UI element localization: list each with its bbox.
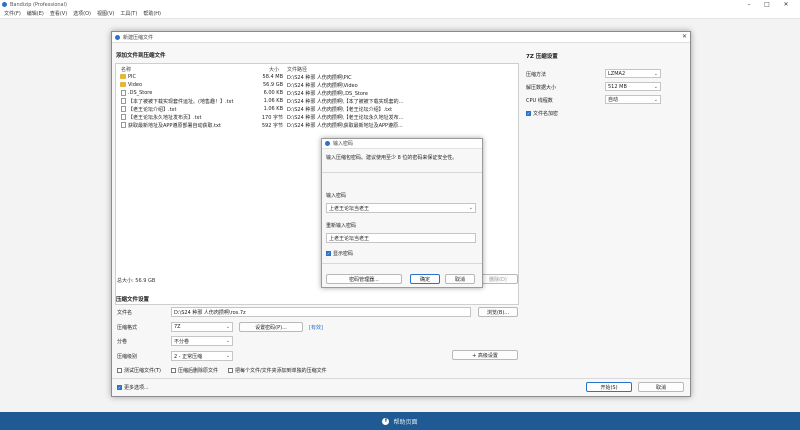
checkbox-box bbox=[171, 368, 176, 373]
split-select[interactable]: 不分卷 ⌄ bbox=[171, 336, 233, 346]
chevron-down-icon: ⌄ bbox=[468, 205, 473, 211]
app-title: Bandizip (Professional) bbox=[10, 1, 67, 8]
app-titlebar: Bandizip (Professional) – □ ✕ bbox=[0, 0, 800, 9]
split-label: 分卷 bbox=[117, 339, 128, 345]
format-label: 压缩格式 bbox=[117, 325, 138, 331]
menu-edit[interactable]: 编辑(E) bbox=[27, 10, 44, 17]
menu-view2[interactable]: 视图(V) bbox=[97, 10, 114, 17]
password-logo-icon bbox=[325, 141, 330, 146]
filename-field[interactable]: D:\S24 种邪 人伤肉攒啊\ros.7z bbox=[171, 307, 471, 317]
password-title: 输入密码 bbox=[333, 141, 354, 147]
column-size[interactable]: 大小 bbox=[269, 66, 279, 73]
reenter-password-field[interactable]: 上老王论坛当老王 bbox=[326, 233, 476, 243]
dict-size-select[interactable]: 512 MB ⌄ bbox=[605, 82, 661, 91]
threads-label: CPU 线程数 bbox=[526, 98, 553, 104]
level-select[interactable]: 2 - 正常压缩 ⌄ bbox=[171, 351, 233, 361]
menu-file[interactable]: 文件(F) bbox=[4, 10, 21, 17]
menu-options[interactable]: 选项(O) bbox=[73, 10, 91, 17]
menu-help[interactable]: 帮助(H) bbox=[143, 10, 161, 17]
method-select[interactable]: LZMA2 ⌄ bbox=[605, 69, 661, 78]
more-options-checkbox[interactable]: ✓ 更多选项... bbox=[117, 384, 149, 391]
separate-archives-checkbox[interactable]: 把每个文件/文件夹添加到单独的压缩文件 bbox=[228, 367, 327, 374]
app-logo-icon bbox=[2, 2, 7, 7]
check-icon: ✓ bbox=[117, 385, 122, 390]
file-icon bbox=[121, 98, 126, 104]
threads-select[interactable]: 自动 ⌄ bbox=[605, 95, 661, 104]
reenter-password-label: 重新输入密码 bbox=[326, 223, 357, 229]
list-item[interactable]: 【老王论坛介绍】.txt 1.06 KB D:\S24 种邪 人伤肉攒啊\【老王… bbox=[116, 105, 518, 113]
bottom-help-bar[interactable]: f 帮助页面 bbox=[0, 412, 800, 430]
list-item[interactable]: Video 56.9 GB D:\S24 种邪 人伤肉攒啊\Video bbox=[116, 81, 518, 89]
password-ok-button[interactable]: 确定 bbox=[410, 274, 440, 284]
dialog-title: 新建压缩文件 bbox=[123, 34, 154, 41]
column-name[interactable]: 名称 bbox=[121, 66, 131, 73]
checkbox-box bbox=[117, 368, 122, 373]
check-icon: ✓ bbox=[326, 251, 331, 256]
file-list-header: 名称 大小 文件路径 bbox=[116, 64, 518, 73]
filename-label: 文件名 bbox=[117, 310, 133, 316]
start-button[interactable]: 开始(S) bbox=[586, 382, 632, 392]
settings-title: 压缩文件设置 bbox=[116, 297, 150, 303]
chevron-down-icon: ⌄ bbox=[653, 71, 658, 77]
footer-divider bbox=[112, 378, 690, 379]
maximize-icon[interactable]: □ bbox=[760, 0, 774, 9]
cancel-button[interactable]: 取消 bbox=[638, 382, 684, 392]
list-item[interactable]: 【本了被被下载实现套件运址。(地售趣！】.txt 1.06 KB D:\S24 … bbox=[116, 97, 518, 105]
column-path[interactable]: 文件路径 bbox=[287, 66, 307, 73]
chevron-down-icon: ⌄ bbox=[225, 324, 230, 330]
password-cancel-button[interactable]: 取消 bbox=[445, 274, 475, 284]
encrypted-tag: [有效] bbox=[309, 325, 323, 331]
help-icon: f bbox=[382, 417, 390, 425]
minimize-icon[interactable]: – bbox=[742, 0, 756, 9]
password-hint: 输入压缩包密码。建议使用至少 8 位的密码来保证安全性。 bbox=[326, 155, 458, 161]
list-item[interactable]: PIC 58.4 MB D:\S24 种邪 人伤肉攒啊\PIC bbox=[116, 73, 518, 81]
file-icon bbox=[121, 114, 126, 120]
method-label: 压缩方法 bbox=[526, 72, 547, 78]
format-select[interactable]: 7Z ⌄ bbox=[171, 322, 233, 332]
chevron-down-icon: ⌄ bbox=[225, 353, 230, 359]
enter-password-label: 输入密码 bbox=[326, 193, 347, 199]
encrypt-names-checkbox[interactable]: ✓ 文件名加密 bbox=[526, 110, 558, 117]
dialog-close-icon[interactable]: ✕ bbox=[682, 33, 687, 40]
add-files-title: 添加文件到压缩文件 bbox=[116, 53, 166, 59]
advanced-settings-button[interactable]: + 高级设置 bbox=[452, 350, 518, 360]
list-item[interactable]: .DS_Store 6.00 KB D:\S24 种邪 人伤肉攒啊\.DS_St… bbox=[116, 89, 518, 97]
level-label: 压缩级别 bbox=[117, 354, 138, 360]
dialog-logo-icon bbox=[115, 34, 120, 40]
folder-icon bbox=[120, 82, 126, 87]
close-icon[interactable]: ✕ bbox=[779, 0, 793, 9]
menubar: 文件(F) 编辑(E) 查看(V) 选项(O) 视图(V) 工具(T) 帮助(H… bbox=[0, 9, 800, 19]
total-size: 总大小: 56.9 GB bbox=[117, 278, 156, 284]
delete-source-checkbox[interactable]: 压缩后删除原文件 bbox=[171, 367, 218, 374]
password-manager-button[interactable]: 密码管理器... bbox=[326, 274, 402, 284]
check-icon: ✓ bbox=[526, 111, 531, 116]
chevron-down-icon: ⌄ bbox=[653, 84, 658, 90]
password-dialog: 输入密码 输入压缩包密码。建议使用至少 8 位的密码来保证安全性。 输入密码 上… bbox=[321, 138, 483, 288]
file-icon bbox=[121, 106, 126, 112]
password-divider bbox=[322, 172, 482, 173]
browse-button[interactable]: 浏览(B)... bbox=[478, 307, 518, 317]
compression-settings-panel: 7Z 压缩设置 压缩方法 LZMA2 ⌄ 解压数据大小 512 MB ⌄ CPU 线… bbox=[521, 47, 687, 367]
chevron-down-icon: ⌄ bbox=[225, 338, 230, 344]
panel-title: 7Z 压缩设置 bbox=[526, 54, 558, 60]
dialog-titlebar: 新建压缩文件 bbox=[112, 32, 690, 43]
password-footer-divider bbox=[322, 263, 482, 264]
file-icon bbox=[121, 122, 126, 128]
password-titlebar: 输入密码 bbox=[322, 139, 482, 149]
chevron-down-icon: ⌄ bbox=[653, 97, 658, 103]
help-label: 帮助页面 bbox=[393, 418, 418, 426]
test-archive-checkbox[interactable]: 测试压缩文件(T) bbox=[117, 367, 161, 374]
file-icon bbox=[121, 90, 126, 96]
list-item[interactable]: 获取最新地址及APP遵原部署自动获取.txt 592 字节 D:\S24 种邪 … bbox=[116, 121, 518, 129]
folder-icon bbox=[120, 74, 126, 79]
checkbox-box bbox=[228, 368, 233, 373]
enter-password-field[interactable]: 上老王论坛当老王 ⌄ bbox=[326, 203, 476, 213]
show-password-checkbox[interactable]: ✓ 显示密码 bbox=[326, 250, 353, 257]
dict-size-label: 解压数据大小 bbox=[526, 85, 557, 91]
menu-tools[interactable]: 工具(T) bbox=[120, 10, 137, 17]
list-item[interactable]: 【老王论坛永久地址发布页】.txt 170 字节 D:\S24 种邪 人伤肉攒啊… bbox=[116, 113, 518, 121]
set-password-button[interactable]: 设置密码(P)... bbox=[239, 322, 303, 332]
delete-button[interactable]: 删除(D) bbox=[478, 274, 518, 284]
menu-view[interactable]: 查看(V) bbox=[50, 10, 67, 17]
